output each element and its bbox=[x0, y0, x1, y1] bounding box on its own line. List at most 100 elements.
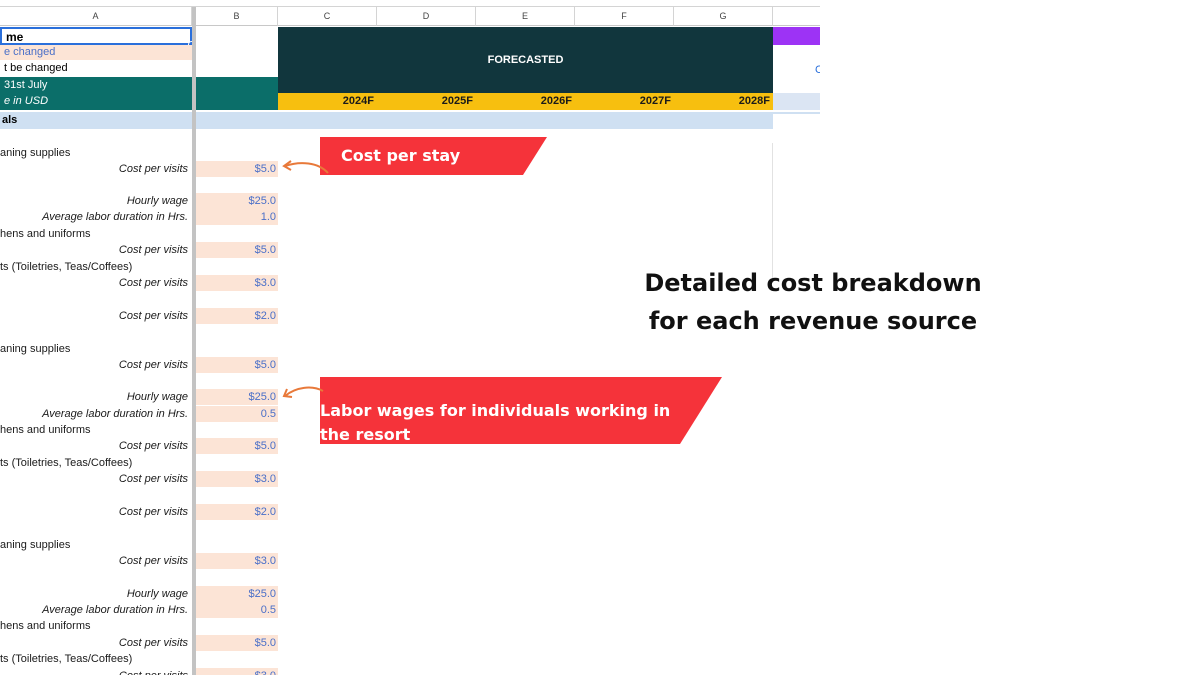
input-value-cell[interactable]: $3.0 bbox=[196, 471, 278, 487]
section-label: aning supplies bbox=[0, 537, 190, 553]
column-header-c[interactable]: C bbox=[278, 7, 377, 26]
section-label: ts (Toiletries, Teas/Coffees) bbox=[0, 455, 190, 471]
year-cell[interactable]: 2028F bbox=[674, 93, 773, 110]
input-value-cell[interactable]: $5.0 bbox=[196, 635, 278, 651]
metric-label: Average labor duration in Hrs. bbox=[42, 604, 188, 616]
input-value-cell[interactable]: $5.0 bbox=[196, 161, 278, 177]
table-row[interactable]: ts (Toiletries, Teas/Coffees) bbox=[0, 651, 278, 667]
table-row[interactable]: Cost per visits $5.0 bbox=[0, 635, 278, 651]
year-cell[interactable]: 2027F bbox=[575, 93, 674, 110]
table-row[interactable]: Hourly wage $25.0 bbox=[0, 193, 278, 209]
table-row[interactable]: Average labor duration in Hrs. 1.0 bbox=[0, 209, 278, 225]
table-row[interactable]: aning supplies bbox=[0, 341, 278, 357]
name-cell[interactable]: me bbox=[0, 27, 192, 45]
section-label: aning supplies bbox=[0, 341, 190, 357]
table-row[interactable]: Cost per visits $3.0 bbox=[0, 668, 278, 675]
totals-band bbox=[773, 112, 820, 114]
input-value-cell[interactable]: $25.0 bbox=[196, 586, 278, 602]
input-value-cell[interactable]: $5.0 bbox=[196, 357, 278, 373]
input-value-cell[interactable]: $25.0 bbox=[196, 193, 278, 209]
section-label: aning supplies bbox=[0, 145, 190, 161]
column-header-b[interactable]: B bbox=[196, 7, 278, 26]
table-row[interactable]: Cost per visits $3.0 bbox=[0, 553, 278, 569]
table-row[interactable]: hens and uniforms bbox=[0, 226, 278, 242]
note-line-2: for each revenue source bbox=[648, 307, 978, 335]
table-row[interactable]: Average labor duration in Hrs. 0.5 bbox=[0, 602, 278, 618]
metric-label: Cost per visits bbox=[118, 555, 188, 567]
table-row[interactable]: aning supplies bbox=[0, 145, 278, 161]
forecasted-header[interactable]: FORECASTED bbox=[278, 27, 773, 93]
table-row[interactable]: Hourly wage $25.0 bbox=[0, 389, 278, 405]
section-label-text: hens and uniforms bbox=[0, 620, 91, 632]
input-value-cell[interactable]: 0.5 bbox=[196, 602, 278, 618]
totals-row[interactable]: als bbox=[0, 112, 773, 129]
column-header-e[interactable]: E bbox=[476, 7, 575, 26]
arrow-icon bbox=[282, 386, 324, 398]
column-header-h[interactable] bbox=[773, 7, 820, 26]
note-line-1: Detailed cost breakdown bbox=[644, 269, 982, 297]
section-label: hens and uniforms bbox=[0, 618, 190, 634]
input-value-cell[interactable]: $3.0 bbox=[196, 275, 278, 291]
table-row[interactable]: Cost per visits $5.0 bbox=[0, 242, 278, 258]
table-row[interactable]: Cost per visits $3.0 bbox=[0, 275, 278, 291]
frozen-column-divider[interactable] bbox=[192, 7, 196, 675]
table-row[interactable]: Cost per visits $2.0 bbox=[0, 504, 278, 520]
input-value-cell[interactable]: $25.0 bbox=[196, 389, 278, 405]
table-row[interactable]: ts (Toiletries, Teas/Coffees) bbox=[0, 455, 278, 471]
section-label: ts (Toiletries, Teas/Coffees) bbox=[0, 651, 190, 667]
input-value-cell[interactable]: $2.0 bbox=[196, 504, 278, 520]
table-row[interactable]: aning supplies bbox=[0, 537, 278, 553]
input-value-cell[interactable]: 0.5 bbox=[196, 406, 278, 422]
table-row[interactable]: Cost per visits $3.0 bbox=[0, 471, 278, 487]
teal-header-cell[interactable] bbox=[196, 77, 278, 110]
column-header-f[interactable]: F bbox=[575, 7, 674, 26]
table-row[interactable]: Cost per visits $5.0 bbox=[0, 357, 278, 373]
totals-label: als bbox=[2, 114, 18, 126]
section-label-text: ts (Toiletries, Teas/Coffees) bbox=[0, 653, 133, 665]
metric-label: Cost per visits bbox=[0, 668, 190, 675]
section-label-text: ts (Toiletries, Teas/Coffees) bbox=[0, 261, 133, 273]
cost-per-stay-text: Cost per stay bbox=[341, 146, 461, 165]
input-value-cell[interactable]: $2.0 bbox=[196, 308, 278, 324]
purple-header-cell[interactable] bbox=[773, 27, 820, 45]
arrow-icon bbox=[282, 160, 329, 174]
input-value-cell[interactable]: $3.0 bbox=[196, 668, 278, 675]
column-header-g[interactable]: G bbox=[674, 7, 773, 26]
column-header-d[interactable]: D bbox=[377, 7, 476, 26]
table-row[interactable]: Hourly wage $25.0 bbox=[0, 586, 278, 602]
table-row[interactable]: hens and uniforms bbox=[0, 618, 278, 634]
table-row[interactable]: Cost per visits $2.0 bbox=[0, 308, 278, 324]
section-label-text: aning supplies bbox=[0, 147, 71, 159]
input-value-cell[interactable]: 1.0 bbox=[196, 209, 278, 225]
year-cell[interactable]: 2026F bbox=[476, 93, 575, 110]
input-value-cell[interactable]: $3.0 bbox=[196, 553, 278, 569]
metric-label: Hourly wage bbox=[126, 195, 188, 207]
table-row[interactable]: Average labor duration in Hrs. 0.5 bbox=[0, 406, 278, 422]
input-value-cell[interactable]: $5.0 bbox=[196, 242, 278, 258]
legend-fixed-cell[interactable]: t be changed bbox=[0, 61, 192, 76]
metric-label: Cost per visits bbox=[118, 277, 188, 289]
table-row[interactable]: hens and uniforms bbox=[0, 422, 278, 438]
labor-wages-callout: Labor wages for individuals working in t… bbox=[320, 377, 722, 444]
year-cell[interactable]: 2024F bbox=[278, 93, 377, 110]
input-value-cell[interactable]: $5.0 bbox=[196, 438, 278, 454]
forecast-years-row: 2024F 2025F 2026F 2027F 2028F bbox=[278, 93, 773, 110]
metric-label: Cost per visits bbox=[118, 163, 188, 175]
currency-cell[interactable]: e in USD bbox=[0, 93, 192, 110]
date-cell[interactable]: 31st July bbox=[0, 77, 192, 93]
metric-label: Cost per visits bbox=[118, 244, 188, 256]
metric-label: Hourly wage bbox=[126, 588, 188, 600]
blue-header-cell[interactable] bbox=[773, 93, 820, 110]
legend-changeable-cell[interactable]: e changed bbox=[0, 45, 192, 60]
metric-label: Cost per visits bbox=[118, 440, 188, 452]
cost-breakdown-note: Detailed cost breakdown for each revenue… bbox=[630, 264, 996, 340]
column-gridline bbox=[772, 143, 773, 283]
metric-label: Cost per visits bbox=[118, 310, 188, 322]
table-row[interactable]: Cost per visits $5.0 bbox=[0, 438, 278, 454]
table-row[interactable]: Cost per visits $5.0 bbox=[0, 161, 278, 177]
year-cell[interactable]: 2025F bbox=[377, 93, 476, 110]
metric-label: Average labor duration in Hrs. bbox=[42, 408, 188, 420]
table-row[interactable]: ts (Toiletries, Teas/Coffees) bbox=[0, 259, 278, 275]
column-header-a[interactable]: A bbox=[0, 7, 192, 26]
metric-label: Cost per visits bbox=[118, 637, 188, 649]
